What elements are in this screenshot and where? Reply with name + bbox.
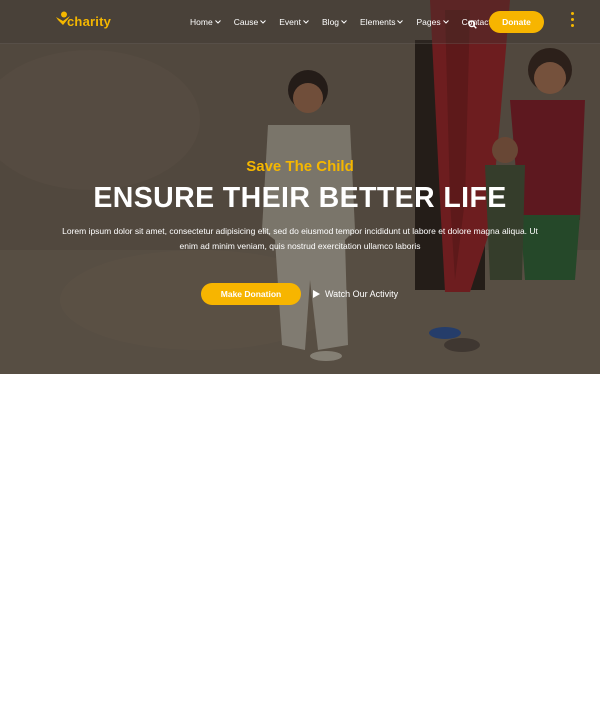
play-icon	[313, 290, 320, 298]
watch-activity-link[interactable]: Watch Our Activity	[313, 288, 398, 300]
watch-activity-label: Watch Our Activity	[325, 289, 399, 299]
hero-subtitle: Save The Child	[246, 158, 354, 175]
make-donation-button[interactable]: Make Donation	[201, 283, 301, 305]
hero-content: Save The Child ENSURE THEIR BETTER LIFE …	[0, 0, 600, 374]
hero-description: Lorem ipsum dolor sit amet, consectetur …	[62, 226, 538, 251]
hero-section: charity Home Cause Event Blog Elements P…	[0, 0, 600, 374]
hero-title: ENSURE THEIR BETTER LIFE	[93, 182, 507, 214]
